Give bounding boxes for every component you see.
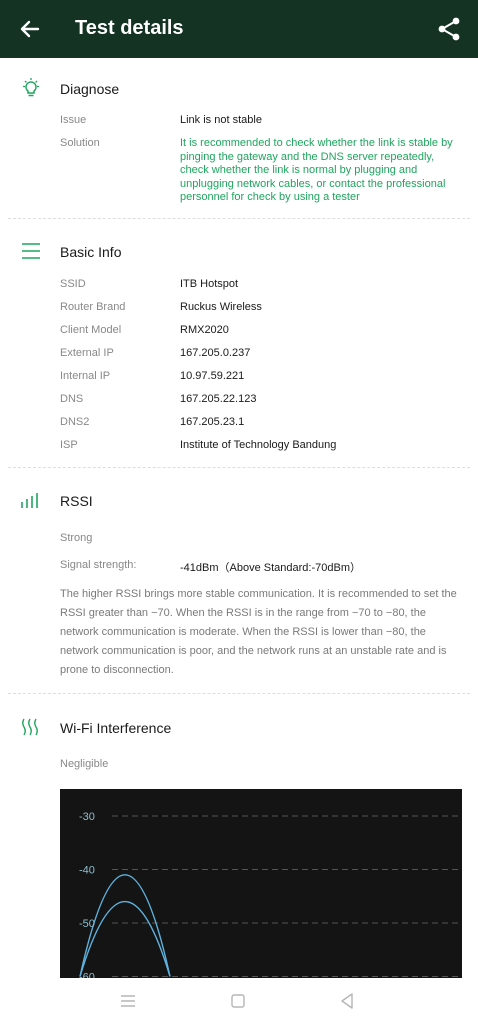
internal-ip-label: Internal IP xyxy=(60,370,111,382)
interference-chart-svg: -30-40-50-60 xyxy=(79,811,460,978)
rssi-status: Strong xyxy=(60,532,93,544)
dns2-label: DNS2 xyxy=(60,416,90,428)
diagnose-title: Diagnose xyxy=(60,81,120,97)
divider xyxy=(8,467,470,468)
ssid-value: ITB Hotspot xyxy=(180,278,239,290)
share-icon[interactable] xyxy=(436,16,462,42)
signal-curve-2 xyxy=(79,900,171,977)
dns-label: DNS xyxy=(60,393,84,405)
app-bar: Test details xyxy=(0,0,478,58)
menu-icon[interactable] xyxy=(120,994,136,1008)
isp-value: Institute of Technology Bandung xyxy=(180,439,337,451)
signal-strength-value: -41dBm（Above Standard:-70dBm） xyxy=(180,562,361,574)
isp-label: ISP xyxy=(60,439,78,451)
basic-info-title: Basic Info xyxy=(60,244,122,260)
lightbulb-icon xyxy=(23,78,39,97)
square-home-icon[interactable] xyxy=(231,994,245,1008)
interference-status: Negligible xyxy=(60,758,109,770)
y-tick-label: -50 xyxy=(79,918,95,930)
solution-label: Solution xyxy=(60,137,100,149)
divider xyxy=(8,218,470,219)
rssi-title: RSSI xyxy=(60,493,93,509)
list-icon xyxy=(22,243,40,259)
divider xyxy=(8,693,470,694)
wifi-interference-title: Wi-Fi Interference xyxy=(60,720,172,736)
dns-value: 167.205.22.123 xyxy=(180,393,257,405)
y-tick-label: -40 xyxy=(79,865,95,877)
arrow-left-icon[interactable] xyxy=(18,17,42,41)
client-model-label: Client Model xyxy=(60,324,122,336)
ssid-label: SSID xyxy=(60,278,86,290)
router-brand-value: Ruckus Wireless xyxy=(180,301,262,313)
signal-strength-label: Signal strength: xyxy=(60,559,137,571)
y-tick-label: -30 xyxy=(79,811,95,823)
wave-icon xyxy=(22,718,38,736)
signal-bars-icon xyxy=(21,493,38,508)
issue-value: Link is not stable xyxy=(180,114,262,126)
solution-value: It is recommended to check whether the l… xyxy=(180,137,453,203)
rssi-description: The higher RSSI brings more stable commu… xyxy=(60,588,457,676)
triangle-back-icon[interactable] xyxy=(340,993,354,1009)
dns2-value: 167.205.23.1 xyxy=(180,416,245,428)
page-title: Test details xyxy=(75,17,184,39)
internal-ip-value: 10.97.59.221 xyxy=(180,370,245,382)
router-brand-label: Router Brand xyxy=(60,301,126,313)
client-model-value: RMX2020 xyxy=(180,324,229,336)
system-nav-bar xyxy=(0,978,478,1024)
external-ip-label: External IP xyxy=(60,347,114,359)
external-ip-value: 167.205.0.237 xyxy=(180,347,251,359)
issue-label: Issue xyxy=(60,114,87,126)
interference-chart: -30 -40 -50 -60 xyxy=(60,789,462,978)
